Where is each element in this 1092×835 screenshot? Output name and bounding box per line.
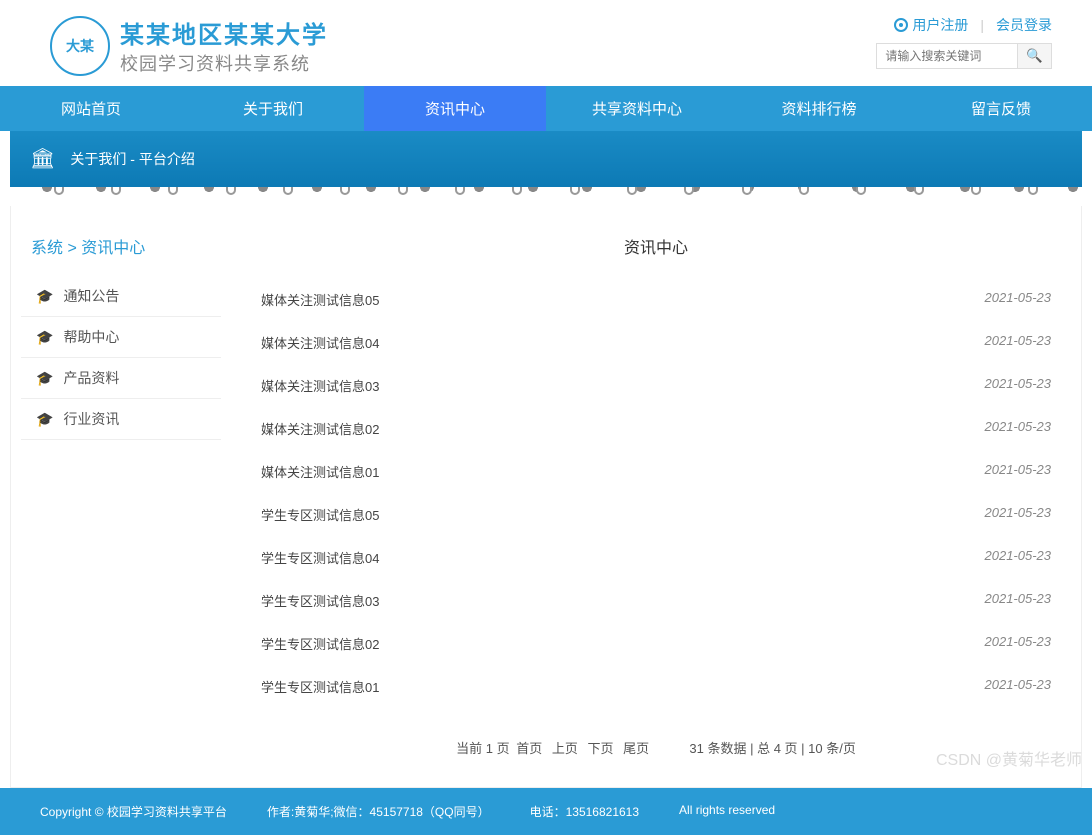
nav-ranking[interactable]: 资料排行榜 bbox=[728, 86, 910, 131]
news-date: 2021-05-23 bbox=[985, 419, 1052, 438]
news-title: 学生专区测试信息03 bbox=[261, 591, 379, 610]
sidebar-item-label: 通知公告 bbox=[63, 286, 119, 306]
nav-news[interactable]: 资讯中心 bbox=[364, 86, 546, 131]
sidebar-menu: 🎓 通知公告 🎓 帮助中心 🎓 产品资料 🎓 行业资讯 bbox=[21, 276, 221, 440]
pagination: 当前 1 页 首页 上页 下页 尾页 31 条数据 | 总 4 页 | 10 条… bbox=[261, 708, 1051, 767]
news-date: 2021-05-23 bbox=[985, 591, 1052, 610]
binding-decoration bbox=[10, 186, 1082, 206]
nav-feedback[interactable]: 留言反馈 bbox=[910, 86, 1092, 131]
building-icon: 🏛 bbox=[30, 146, 55, 171]
page-stats: 31 条数据 | 总 4 页 | 10 条/页 bbox=[689, 741, 855, 756]
nav-about[interactable]: 关于我们 bbox=[182, 86, 364, 131]
search-box: 🔍 bbox=[876, 43, 1052, 69]
search-button[interactable]: 🔍 bbox=[1017, 44, 1051, 68]
news-title: 媒体关注测试信息03 bbox=[261, 376, 379, 395]
footer: Copyright © 校园学习资料共享平台 作者:黄菊华;微信：4515771… bbox=[0, 788, 1092, 835]
login-link[interactable]: 会员登录 bbox=[996, 15, 1052, 35]
page-first[interactable]: 首页 bbox=[516, 741, 542, 756]
news-list: 媒体关注测试信息05 2021-05-23 媒体关注测试信息04 2021-05-23… bbox=[261, 278, 1051, 708]
page-next[interactable]: 下页 bbox=[588, 741, 614, 756]
news-item[interactable]: 媒体关注测试信息01 2021-05-23 bbox=[261, 450, 1051, 493]
news-item[interactable]: 学生专区测试信息02 2021-05-23 bbox=[261, 622, 1051, 665]
news-date: 2021-05-23 bbox=[985, 677, 1052, 696]
separator: | bbox=[980, 17, 984, 33]
breadcrumb: 系统 > 资讯中心 bbox=[21, 226, 221, 266]
news-date: 2021-05-23 bbox=[985, 290, 1052, 309]
page-header-text: 关于我们 - 平台介绍 bbox=[70, 149, 194, 169]
news-item[interactable]: 媒体关注测试信息02 2021-05-23 bbox=[261, 407, 1051, 450]
site-subtitle: 校园学习资料共享系统 bbox=[120, 50, 328, 76]
footer-rights: All rights reserved bbox=[679, 803, 775, 820]
cap-icon: 🎓 bbox=[36, 329, 53, 346]
sidebar-item-industry[interactable]: 🎓 行业资讯 bbox=[21, 399, 221, 440]
news-date: 2021-05-23 bbox=[985, 462, 1052, 481]
news-title: 媒体关注测试信息04 bbox=[261, 333, 379, 352]
sidebar-item-label: 帮助中心 bbox=[63, 327, 119, 347]
search-icon: 🔍 bbox=[1026, 48, 1043, 63]
sidebar-item-product[interactable]: 🎓 产品资料 bbox=[21, 358, 221, 399]
news-item[interactable]: 学生专区测试信息05 2021-05-23 bbox=[261, 493, 1051, 536]
page-last[interactable]: 尾页 bbox=[623, 741, 649, 756]
university-seal-icon: 大某 bbox=[50, 16, 110, 76]
news-title: 学生专区测试信息02 bbox=[261, 634, 379, 653]
sidebar-item-help[interactable]: 🎓 帮助中心 bbox=[21, 317, 221, 358]
news-title: 媒体关注测试信息01 bbox=[261, 462, 379, 481]
news-item[interactable]: 媒体关注测试信息05 2021-05-23 bbox=[261, 278, 1051, 321]
news-title: 媒体关注测试信息02 bbox=[261, 419, 379, 438]
news-date: 2021-05-23 bbox=[985, 634, 1052, 653]
news-item[interactable]: 学生专区测试信息03 2021-05-23 bbox=[261, 579, 1051, 622]
sidebar-item-notice[interactable]: 🎓 通知公告 bbox=[21, 276, 221, 317]
register-link[interactable]: 用户注册 bbox=[894, 15, 968, 35]
main-nav: 网站首页 关于我们 资讯中心 共享资料中心 资料排行榜 留言反馈 bbox=[0, 86, 1092, 131]
page-prev[interactable]: 上页 bbox=[552, 741, 578, 756]
sidebar-item-label: 行业资讯 bbox=[63, 409, 119, 429]
footer-author: 作者:黄菊华;微信：45157718（QQ同号） bbox=[267, 803, 490, 820]
footer-phone: 电话：13516821613 bbox=[530, 803, 639, 820]
site-title: 某某地区某某大学 bbox=[120, 15, 328, 50]
news-title: 学生专区测试信息04 bbox=[261, 548, 379, 567]
main-title: 资讯中心 bbox=[261, 226, 1051, 278]
news-item[interactable]: 媒体关注测试信息04 2021-05-23 bbox=[261, 321, 1051, 364]
news-date: 2021-05-23 bbox=[985, 548, 1052, 567]
logo-area: 大某 某某地区某某大学 校园学习资料共享系统 bbox=[50, 15, 328, 76]
register-label: 用户注册 bbox=[912, 15, 968, 35]
sidebar-item-label: 产品资料 bbox=[63, 368, 119, 388]
news-title: 学生专区测试信息05 bbox=[261, 505, 379, 524]
page-header: 🏛 关于我们 - 平台介绍 bbox=[10, 131, 1082, 186]
cap-icon: 🎓 bbox=[36, 288, 53, 305]
news-item[interactable]: 学生专区测试信息04 2021-05-23 bbox=[261, 536, 1051, 579]
nav-home[interactable]: 网站首页 bbox=[0, 86, 182, 131]
cap-icon: 🎓 bbox=[36, 370, 53, 387]
news-date: 2021-05-23 bbox=[985, 333, 1052, 352]
news-item[interactable]: 学生专区测试信息01 2021-05-23 bbox=[261, 665, 1051, 708]
footer-copyright: Copyright © 校园学习资料共享平台 bbox=[40, 803, 227, 820]
news-title: 学生专区测试信息01 bbox=[261, 677, 379, 696]
news-date: 2021-05-23 bbox=[985, 376, 1052, 395]
search-input[interactable] bbox=[877, 44, 1017, 68]
cap-icon: 🎓 bbox=[36, 411, 53, 428]
news-item[interactable]: 媒体关注测试信息03 2021-05-23 bbox=[261, 364, 1051, 407]
news-date: 2021-05-23 bbox=[985, 505, 1052, 524]
target-icon bbox=[894, 18, 908, 32]
page-current: 当前 1 页 bbox=[456, 741, 509, 756]
news-title: 媒体关注测试信息05 bbox=[261, 290, 379, 309]
nav-share[interactable]: 共享资料中心 bbox=[546, 86, 728, 131]
